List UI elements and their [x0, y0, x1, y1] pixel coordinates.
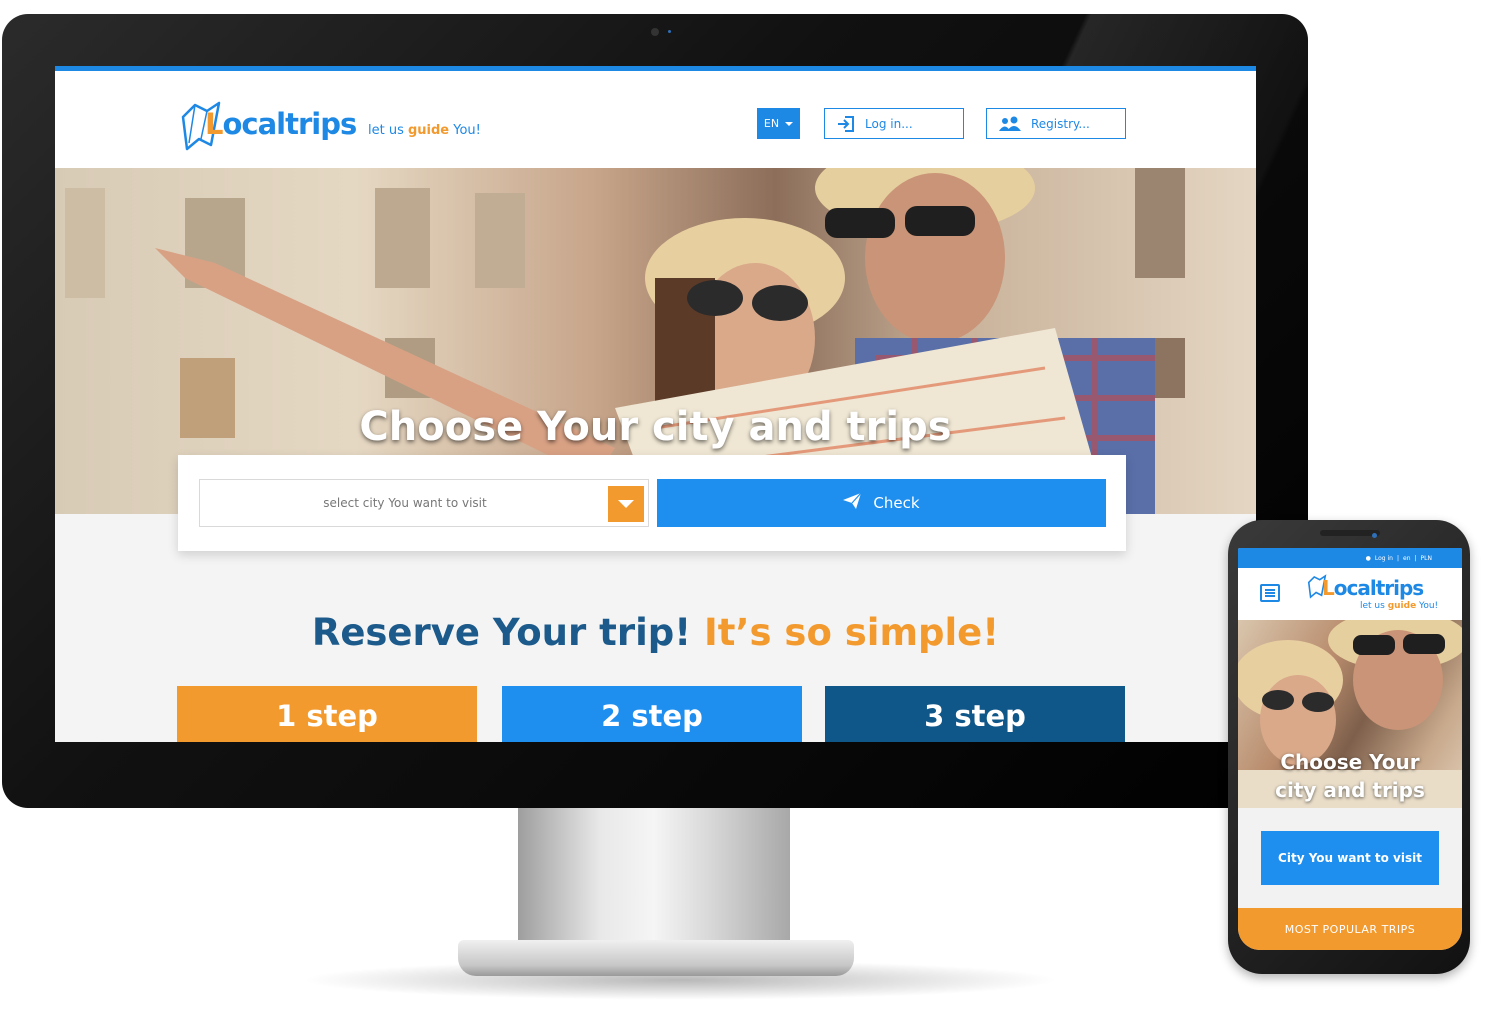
- login-button[interactable]: Log in...: [824, 108, 964, 139]
- mobile-login-link[interactable]: Log in: [1375, 555, 1393, 562]
- mobile-city-button[interactable]: City You want to visit: [1261, 831, 1439, 885]
- mobile-currency-dropdown[interactable]: PLN: [1421, 555, 1432, 562]
- mobile-hero-title-line2: city and trips: [1275, 778, 1425, 802]
- logo-initial: L: [205, 107, 224, 141]
- logo-wordmark: ocaltrips: [1333, 576, 1424, 600]
- tagline-highlight: guide: [407, 123, 450, 138]
- reserve-heading-part1: Reserve Your trip!: [311, 611, 705, 654]
- mobile-language-dropdown[interactable]: en: [1403, 555, 1411, 562]
- monitor-camera-light: [668, 30, 671, 33]
- sign-in-icon: [837, 115, 855, 132]
- login-label: Log in...: [865, 116, 913, 131]
- tagline-post: You!: [449, 123, 481, 138]
- site-header: Localtrips let us guide You! EN Log in..…: [55, 71, 1256, 168]
- tagline-highlight: guide: [1387, 601, 1417, 611]
- reserve-heading-part2: It’s so simple!: [704, 611, 1000, 654]
- chevron-down-icon: [618, 500, 634, 508]
- step-1-tile[interactable]: 1 step: [177, 686, 477, 742]
- check-button[interactable]: Check: [657, 479, 1106, 527]
- monitor-stand: [518, 808, 790, 948]
- search-card: select city You want to visit Check: [178, 455, 1126, 551]
- language-label: EN: [763, 117, 780, 130]
- mobile-screen: ● Log in | en | PLN Localtrips let us gu…: [1238, 548, 1462, 950]
- topbar-separator: |: [1396, 554, 1400, 562]
- mobile-header: Localtrips let us guide You!: [1238, 568, 1462, 620]
- registry-button[interactable]: Registry...: [986, 108, 1126, 139]
- users-icon: [999, 116, 1021, 132]
- mobile-hero-title-line1: Choose Your: [1280, 750, 1420, 774]
- mobile-hero-title: Choose Your city and trips: [1238, 748, 1462, 804]
- site-logo[interactable]: Localtrips: [205, 107, 357, 141]
- monitor-camera: [651, 28, 659, 36]
- step-3-tile[interactable]: 3 step: [825, 686, 1125, 742]
- desktop-screen: Localtrips let us guide You! EN Log in..…: [55, 66, 1256, 742]
- monitor-stand-base: [458, 940, 854, 976]
- topbar-separator: |: [1414, 554, 1417, 562]
- logo-wordmark: ocaltrips: [222, 107, 357, 141]
- mobile-site-logo[interactable]: Localtrips: [1322, 576, 1424, 600]
- city-select-toggle[interactable]: [608, 486, 644, 522]
- mobile-tagline: let us guide You!: [1360, 601, 1438, 611]
- phone-camera: [1372, 533, 1377, 538]
- chevron-down-icon: [785, 121, 794, 126]
- user-icon: ●: [1365, 554, 1371, 562]
- tagline-pre: let us: [368, 123, 408, 138]
- registry-label: Registry...: [1031, 116, 1090, 131]
- paper-plane-icon: [843, 492, 862, 513]
- step-2-tile[interactable]: 2 step: [502, 686, 802, 742]
- phone-speaker: [1320, 530, 1380, 536]
- mobile-hero: Choose Your city and trips: [1238, 610, 1462, 808]
- logo-initial: L: [1322, 576, 1335, 600]
- reserve-heading: Reserve Your trip! It’s so simple!: [55, 611, 1256, 654]
- language-dropdown[interactable]: EN: [757, 108, 800, 139]
- tagline-post: You!: [1416, 601, 1439, 611]
- hamburger-menu-icon[interactable]: [1260, 584, 1280, 602]
- mobile-topbar: ● Log in | en | PLN: [1238, 548, 1462, 568]
- city-select[interactable]: select city You want to visit: [199, 479, 649, 527]
- check-label: Check: [873, 494, 920, 512]
- hero-title: Choose Your city and trips: [359, 404, 952, 450]
- mobile-popular-trips-button[interactable]: MOST POPULAR TRIPS: [1238, 908, 1462, 950]
- site-tagline: let us guide You!: [368, 123, 481, 138]
- tagline-pre: let us: [1360, 601, 1388, 611]
- city-select-placeholder: select city You want to visit: [323, 496, 487, 510]
